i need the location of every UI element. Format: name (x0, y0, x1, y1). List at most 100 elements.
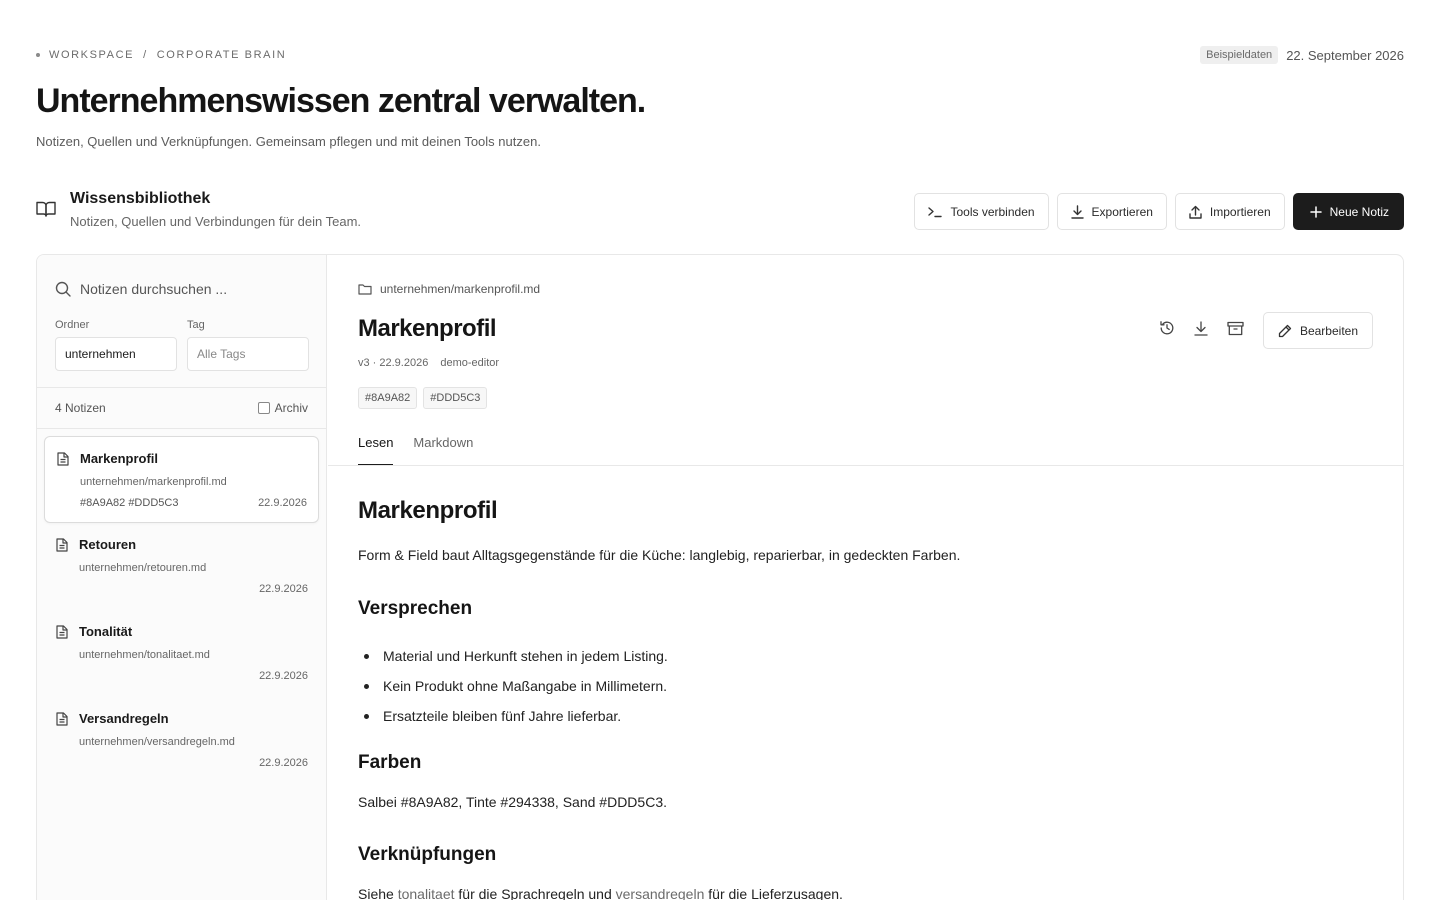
export-label: Exportieren (1091, 204, 1153, 219)
upload-icon (1189, 205, 1202, 219)
edit-button[interactable]: Bearbeiten (1262, 312, 1373, 349)
links-text: für die Lieferzusagen. (708, 886, 843, 900)
note-date: 22.9.2026 (259, 757, 308, 769)
document-icon (56, 538, 68, 557)
new-note-button[interactable]: Neue Notiz (1292, 193, 1404, 230)
library-header: Wissensbibliothek Notizen, Quellen und V… (36, 190, 361, 229)
view-tabs: Lesen Markdown (358, 435, 473, 466)
tag-field[interactable]: Alle Tags (187, 337, 309, 371)
document-icon (56, 625, 68, 644)
note-file-path: unternehmen/markenprofil.md (358, 282, 540, 296)
download-icon[interactable] (1194, 320, 1208, 341)
heading-colors: Farben (358, 752, 422, 773)
note-path: unternehmen/versandregeln.md (79, 736, 235, 748)
library-panel: Notizen durchsuchen ... Ordner unternehm… (36, 254, 1404, 900)
note-path: unternehmen/retouren.md (79, 562, 207, 574)
download-icon (1070, 204, 1084, 219)
terminal-icon (928, 206, 943, 217)
note-title: Markenprofil (80, 451, 159, 466)
import-button[interactable]: Importieren (1174, 193, 1285, 230)
breadcrumb-dot-icon (36, 53, 40, 57)
connect-tools-label: Tools verbinden (950, 204, 1035, 219)
search-input[interactable]: Notizen durchsuchen ... (55, 281, 227, 297)
archive-checkbox[interactable] (257, 402, 270, 414)
tab-read[interactable]: Lesen (358, 435, 394, 466)
search-placeholder: Notizen durchsuchen ... (80, 281, 228, 297)
archive-label: Archiv (274, 401, 308, 415)
note-tags-row: #8A9A82 #DDD5C3 (358, 387, 488, 409)
note-list-item[interactable]: Tonalität unternehmen/tonalitaet.md 22.9… (44, 610, 319, 697)
tabs-divider (328, 465, 1403, 466)
note-list-item[interactable]: Retouren unternehmen/retouren.md 22.9.20… (44, 523, 319, 610)
colors-text: Salbei #8A9A82, Tinte #294338, Sand #DDD… (358, 794, 667, 810)
list-item: Kein Produkt ohne Maßangabe in Millimete… (358, 671, 668, 701)
breadcrumb-separator: / (143, 49, 148, 61)
library-title: Wissensbibliothek (70, 190, 211, 207)
links-text: für die Sprachregeln und (458, 886, 612, 900)
note-path-text: unternehmen/markenprofil.md (380, 282, 541, 296)
notes-count: 4 Notizen (55, 401, 106, 415)
sidebar-divider (37, 387, 326, 388)
note-date: 22.9.2026 (259, 583, 308, 595)
tag-label: Tag (187, 319, 205, 331)
breadcrumb-current: CORPORATE BRAIN (156, 49, 287, 61)
note-list-item[interactable]: Markenprofil unternehmen/markenprofil.md… (44, 436, 319, 523)
note-title: Retouren (79, 537, 137, 552)
folder-label: Ordner (55, 319, 90, 331)
link-tonalitaet[interactable]: tonalitaet (398, 886, 455, 900)
page-subtitle: Notizen, Quellen und Verknüpfungen. Geme… (36, 134, 541, 149)
top-bar: WORKSPACE / CORPORATE BRAIN Beispieldate… (36, 46, 1404, 64)
import-label: Importieren (1209, 204, 1271, 219)
history-icon[interactable] (1159, 320, 1175, 341)
tab-markdown[interactable]: Markdown (413, 435, 473, 466)
book-icon (36, 200, 56, 229)
heading-promise: Versprechen (358, 598, 473, 619)
archive-icon[interactable] (1227, 321, 1244, 341)
breadcrumb-root[interactable]: WORKSPACE (49, 49, 134, 61)
note-path: unternehmen/markenprofil.md (80, 476, 227, 488)
note-date: 22.9.2026 (259, 670, 308, 682)
tag-chip[interactable]: #8A9A82 (358, 387, 418, 409)
note-title: Tonalität (79, 624, 133, 639)
tag-chip[interactable]: #DDD5C3 (423, 387, 488, 409)
plus-icon (1309, 205, 1322, 218)
header-date: 22. September 2026 (1286, 47, 1404, 63)
breadcrumb: WORKSPACE / CORPORATE BRAIN (36, 49, 286, 61)
note-title: Versandregeln (79, 711, 169, 726)
note-detail: unternehmen/markenprofil.md Markenprofil… (328, 255, 1403, 900)
note-tools: Bearbeiten (1159, 312, 1373, 349)
header-meta: Beispieldaten 22. September 2026 (1200, 46, 1404, 64)
note-tags: #8A9A82 #DDD5C3 (80, 497, 179, 509)
link-versandregeln[interactable]: versandregeln (616, 886, 705, 900)
sidebar-divider (37, 428, 326, 429)
document-icon (57, 452, 69, 471)
note-date: 22.9.2026 (258, 497, 307, 509)
promise-list: Material und Herkunft stehen in jedem Li… (358, 641, 668, 731)
note-version: v3 · 22.9.2026 (358, 357, 429, 369)
note-meta: v3 · 22.9.2026 demo-editor (358, 357, 499, 369)
note-list-item[interactable]: Versandregeln unternehmen/versandregeln.… (44, 697, 319, 784)
document-icon (56, 712, 68, 731)
pencil-icon (1278, 324, 1292, 337)
sample-data-badge: Beispieldaten (1200, 46, 1279, 64)
connect-tools-button[interactable]: Tools verbinden (914, 193, 1049, 230)
edit-label: Bearbeiten (1299, 323, 1358, 338)
page-title: Unternehmenswissen zentral verwalten. (36, 82, 646, 120)
links-text: Siehe (358, 886, 394, 900)
export-button[interactable]: Exportieren (1056, 193, 1167, 230)
heading-links: Verknüpfungen (358, 844, 497, 865)
note-author: demo-editor (440, 357, 500, 369)
list-item: Ersatzteile bleiben fünf Jahre lieferbar… (358, 701, 668, 731)
note-path: unternehmen/tonalitaet.md (79, 649, 210, 661)
notes-sidebar: Notizen durchsuchen ... Ordner unternehm… (37, 255, 327, 900)
folder-icon (358, 284, 372, 295)
list-item: Material und Herkunft stehen in jedem Li… (358, 641, 668, 671)
folder-field[interactable]: unternehmen (55, 337, 177, 371)
content-heading: Markenprofil (358, 497, 498, 524)
links-paragraph: Siehe tonalitaet für die Sprachregeln un… (358, 886, 843, 900)
toolbar-actions: Tools verbinden Exportieren Importieren … (914, 193, 1404, 230)
content-intro: Form & Field baut Alltagsgegenstände für… (358, 547, 961, 563)
archive-toggle[interactable]: Archiv (257, 401, 308, 415)
new-note-label: Neue Notiz (1329, 204, 1389, 219)
note-title-heading: Markenprofil (358, 315, 497, 342)
